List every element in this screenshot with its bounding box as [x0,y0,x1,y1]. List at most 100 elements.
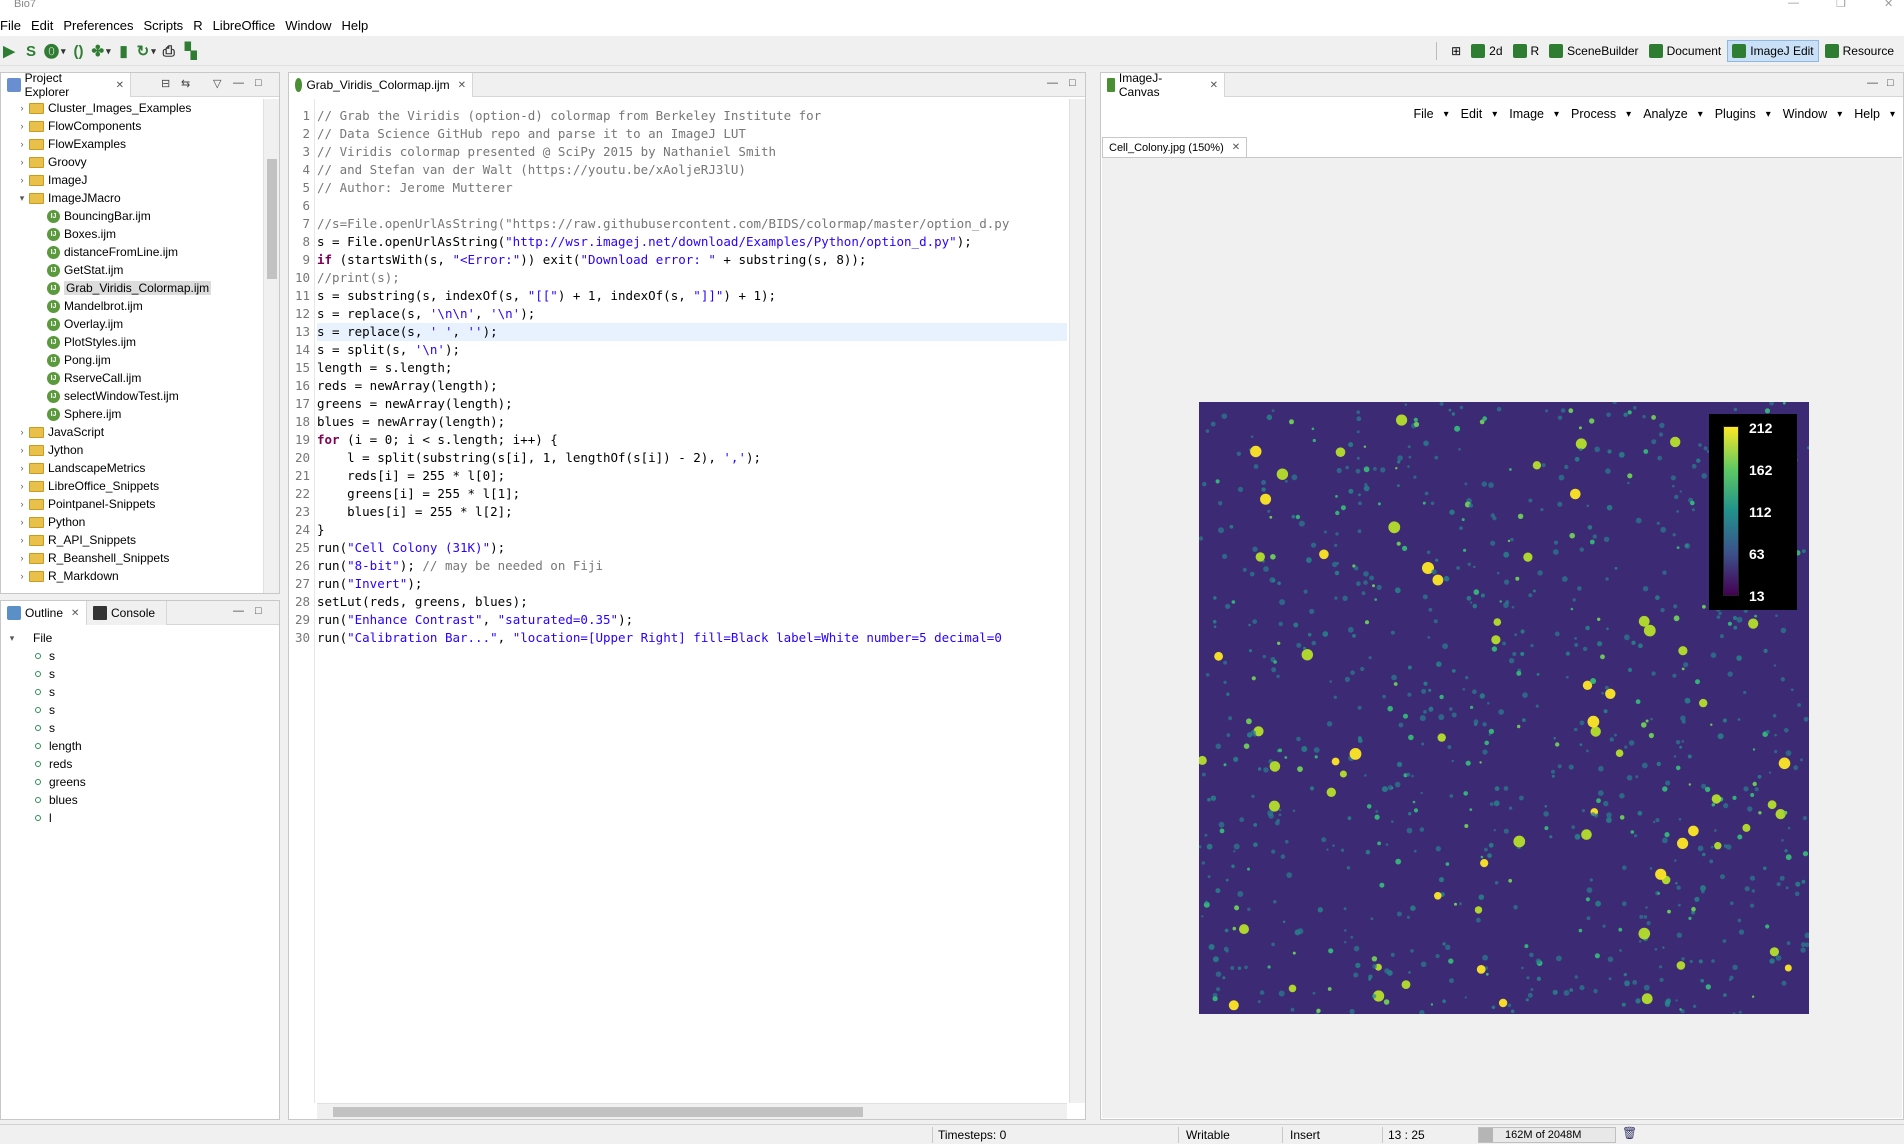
outline-item[interactable]: greens [35,773,86,791]
tree-file[interactable]: IJ Mandelbrot.ijm [47,297,143,315]
macro-icon[interactable]: ▚ [182,41,200,61]
outline-item[interactable]: reds [35,755,72,773]
code-line[interactable]: l = split(substring(s[i], 1, lengthOf(s[… [317,449,761,467]
chevron-right-icon[interactable]: › [15,445,29,455]
code-line[interactable]: if (startsWith(s, "<Error:")) exit("Down… [317,251,866,269]
maximize-icon[interactable]: □ [255,605,262,617]
menu-edit[interactable]: Edit [23,18,53,33]
outline-item[interactable]: s [35,701,55,719]
minimize-icon[interactable]: — [1047,77,1058,89]
code-line[interactable]: // Grab the Viridis (option-d) colormap … [317,107,821,125]
tree-file[interactable]: IJ Overlay.ijm [47,315,123,333]
code-line[interactable]: s = split(s, '\n'); [317,341,460,359]
tree-file[interactable]: IJ selectWindowTest.ijm [47,387,179,405]
chevron-right-icon[interactable]: › [15,121,29,131]
imagej-menu-edit[interactable]: Edit [1461,107,1498,121]
minimize-icon[interactable]: — [1788,0,1799,9]
chevron-right-icon[interactable]: › [15,553,29,563]
code-line[interactable]: s = replace(s, ' ', ''); [317,323,1067,341]
perspective-2d[interactable]: 2d [1467,40,1506,62]
chevron-right-icon[interactable]: › [15,517,29,527]
tree-file[interactable]: IJ Pong.ijm [47,351,111,369]
minimize-icon[interactable]: — [1867,77,1878,89]
clover-icon[interactable]: ✤ [92,41,111,61]
menu-r[interactable]: R [185,18,202,33]
outline-item[interactable]: s [35,719,55,737]
code-line[interactable]: run("Cell Colony (31K)"); [317,539,505,557]
tab-outline[interactable]: Outline ✕ [1,601,87,625]
imagej-menu-image[interactable]: Image [1509,107,1559,121]
chevron-right-icon[interactable]: › [15,571,29,581]
tree-file[interactable]: IJ distanceFromLine.ijm [47,243,178,261]
code-line[interactable]: } [317,521,325,539]
tree-folder[interactable]: › ImageJ [15,171,88,189]
document-icon[interactable]: ▮ [115,41,133,61]
chevron-right-icon[interactable]: › [15,499,29,509]
code-line[interactable]: run("8-bit"); // may be needed on Fiji [317,557,603,575]
tab-editor-file[interactable]: Grab_Viridis_Colormap.ijm ✕ [289,73,473,97]
perspective-document[interactable]: Document [1645,40,1726,62]
tree-file[interactable]: IJ BouncingBar.ijm [47,207,151,225]
outline-item[interactable]: s [35,647,55,665]
tree-scrollbar[interactable] [263,99,279,593]
close-icon[interactable]: ✕ [458,80,466,91]
maximize-icon[interactable]: □ [1887,77,1894,89]
image-tab[interactable]: Cell_Colony.jpg (150%) ✕ [1102,137,1248,157]
code-line[interactable]: s = substring(s, indexOf(s, "[[") + 1, i… [317,287,776,305]
cell-colony-image[interactable]: 212 162 112 63 13 [1199,402,1809,1014]
tree-folder[interactable]: › Groovy [15,153,87,171]
maximize-icon[interactable]: □ [255,77,262,89]
code-line[interactable]: for (i = 0; i < s.length; i++) { [317,431,558,449]
code-line[interactable]: //s=File.openUrlAsString("https://raw.gi… [317,215,1009,233]
code-line[interactable]: greens[i] = 255 * l[1]; [317,485,520,503]
close-icon[interactable]: ✕ [71,608,79,619]
imagej-menu-plugins[interactable]: Plugins [1715,107,1771,121]
tree-folder[interactable]: › Pointpanel-Snippets [15,495,156,513]
garbage-collect-icon[interactable]: 🗑 [1622,1126,1637,1140]
tab-console[interactable]: Console [87,601,167,625]
run-icon[interactable]: ▶ [0,41,18,61]
maximize-icon[interactable]: ❐ [1836,0,1846,10]
refresh-icon[interactable]: ↻ [137,41,156,61]
editor-hscrollbar[interactable] [317,1103,1067,1119]
tree-folder[interactable]: › Python [15,513,86,531]
tree-folder[interactable]: ▾ ImageJMacro [15,189,121,207]
code-line[interactable]: blues[i] = 255 * l[2]; [317,503,513,521]
tree-file[interactable]: IJ Grab_Viridis_Colormap.ijm [47,279,212,297]
tab-project-explorer[interactable]: Project Explorer ✕ [1,71,131,99]
perspective-resource[interactable]: Resource [1821,40,1898,62]
outline-item[interactable]: s [35,665,55,683]
imagej-menu-analyze[interactable]: Analyze [1643,107,1703,121]
tree-file[interactable]: IJ GetStat.ijm [47,261,123,279]
tab-imagej-canvas[interactable]: ImageJ-Canvas ✕ [1101,71,1225,99]
close-icon[interactable]: ✕ [116,80,124,91]
chevron-right-icon[interactable]: › [15,157,29,167]
imagej-menu-file[interactable]: File [1413,107,1448,121]
tree-file[interactable]: IJ Boxes.ijm [47,225,116,243]
perspective-imagej-edit[interactable]: ImageJ Edit [1727,40,1819,62]
tree-file[interactable]: IJ PlotStyles.ijm [47,333,136,351]
minimize-icon[interactable]: — [233,77,244,89]
close-icon[interactable]: ✕ [1210,80,1218,91]
code-line[interactable]: blues = newArray(length); [317,413,505,431]
open-perspective-icon[interactable]: ⊞ [1447,40,1465,62]
outline-root[interactable]: ▾ File [5,629,53,647]
outline-item[interactable]: s [35,683,55,701]
imagej-menu-help[interactable]: Help [1854,107,1895,121]
editor-vscrollbar[interactable] [1069,99,1085,1103]
link-editor-icon[interactable]: ⇆ [181,77,190,90]
code-line[interactable]: // Viridis colormap presented @ SciPy 20… [317,143,776,161]
code-line[interactable]: //print(s); [317,269,400,287]
perspective-scenebuilder[interactable]: SceneBuilder [1545,40,1642,62]
bracket-icon[interactable]: () [70,41,88,61]
chevron-right-icon[interactable]: › [15,535,29,545]
menu-file[interactable]: File [0,18,21,33]
code-line[interactable]: length = s.length; [317,359,452,377]
chevron-right-icon[interactable]: › [15,103,29,113]
tree-folder[interactable]: › LandscapeMetrics [15,459,146,477]
tree-folder[interactable]: › FlowComponents [15,117,142,135]
code-line[interactable]: // Author: Jerome Mutterer [317,179,513,197]
tree-folder[interactable]: › JavaScript [15,423,105,441]
script-s-icon[interactable]: S [22,41,40,61]
code-line[interactable]: greens = newArray(length); [317,395,513,413]
